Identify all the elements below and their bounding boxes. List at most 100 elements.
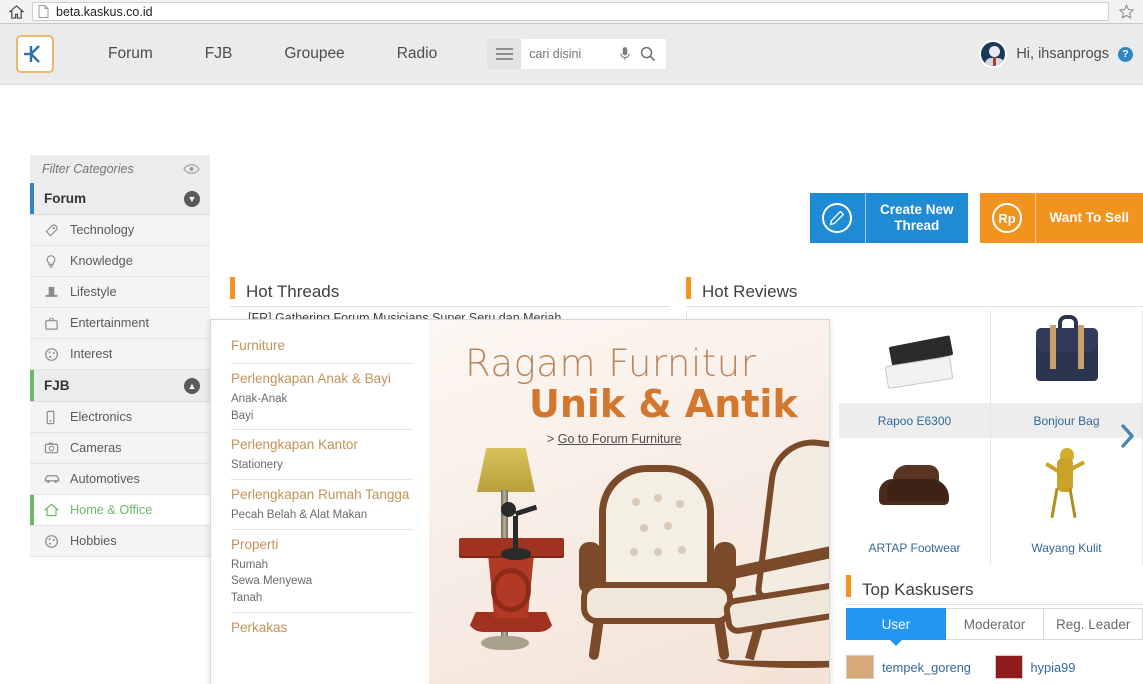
sidebar-item-electronics[interactable]: Electronics <box>30 402 210 433</box>
tab-moderator[interactable]: Moderator <box>945 608 1045 640</box>
sidebar-group-forum[interactable]: Forum ▼ <box>30 183 210 215</box>
hamburger-icon[interactable] <box>487 39 522 69</box>
avatar[interactable] <box>979 40 1008 68</box>
divider <box>231 479 413 481</box>
home-icon[interactable] <box>6 3 26 21</box>
review-card[interactable]: ARTAP Footwear <box>839 438 990 565</box>
shoe-icon <box>839 438 990 530</box>
nav-radio[interactable]: Radio <box>371 45 464 63</box>
armchair-back-illustration <box>599 465 714 595</box>
mega-subcategory[interactable]: Rumah <box>231 557 413 574</box>
telephone-stem-illustration <box>513 516 518 552</box>
hot-reviews-title: Hot Reviews <box>702 282 798 301</box>
banner-link[interactable]: > Go to Forum Furniture <box>547 432 681 446</box>
tab-user[interactable]: User <box>846 608 946 640</box>
mega-subcategory[interactable]: Pecah Belah & Alat Makan <box>231 507 413 524</box>
mega-subcategory[interactable]: Stationery <box>231 457 413 474</box>
category-mega-dropdown: Furniture Perlengkapan Anak & Bayi Anak-… <box>210 319 830 684</box>
url-text: beta.kaskus.co.id <box>56 4 153 19</box>
create-new-thread-button[interactable]: Create New Thread <box>809 193 968 243</box>
tab-reg-leader[interactable]: Reg. Leader <box>1044 608 1143 640</box>
chevron-up-icon[interactable]: ▲ <box>184 377 200 394</box>
mega-subcategory[interactable]: Tanah <box>231 590 413 607</box>
banner-link-prefix: > <box>547 432 558 446</box>
filter-categories-input[interactable] <box>40 161 170 177</box>
search-input[interactable] <box>527 46 614 62</box>
mega-category-kantor[interactable]: Perlengkapan Kantor <box>231 433 413 457</box>
sidebar-item-interest[interactable]: Interest <box>30 339 210 370</box>
category-sidebar: Forum ▼ Technology Knowledge Lifestyle <box>30 155 210 557</box>
mega-category-perkakas[interactable]: Perkakas <box>231 616 413 640</box>
kaskus-logo[interactable] <box>16 35 54 73</box>
sidebar-item-cameras[interactable]: Cameras <box>30 433 210 464</box>
sidebar-item-automotives[interactable]: Automotives <box>30 464 210 495</box>
review-card[interactable]: Rapoo E6300 <box>839 311 990 438</box>
review-card[interactable]: Wayang Kulit <box>991 438 1142 565</box>
hot-reviews-header: Hot Reviews <box>686 277 1143 307</box>
hot-reviews-column: Rapoo E6300 ARTAP Footwear <box>839 311 991 565</box>
browser-toolbar: beta.kaskus.co.id <box>0 0 1143 24</box>
banner-link-text[interactable]: Go to Forum Furniture <box>558 432 682 446</box>
chevron-right-icon[interactable] <box>1119 423 1137 453</box>
top-kaskusers-list: tempek_goreng hypia99 jenglot234 WWEDol … <box>846 655 1143 684</box>
filter-categories-box[interactable] <box>30 155 210 183</box>
palette-icon <box>44 534 70 549</box>
magnifier-icon[interactable] <box>637 46 661 62</box>
user-greeting: Hi, ihsanprogs <box>1016 46 1109 62</box>
rocket-icon <box>44 223 70 238</box>
mega-subcategory[interactable]: Anak-Anak <box>231 391 413 408</box>
mega-category-furniture[interactable]: Furniture <box>231 334 413 358</box>
sidebar-group-fjb[interactable]: FJB ▲ <box>30 370 210 402</box>
mega-category-anak-bayi[interactable]: Perlengkapan Anak & Bayi <box>231 367 413 391</box>
kaskuser-name[interactable]: hypia99 <box>1031 660 1076 675</box>
mega-category-list: Furniture Perlengkapan Anak & Bayi Anak-… <box>211 320 429 684</box>
eye-icon[interactable] <box>183 163 200 175</box>
mega-category-properti[interactable]: Properti <box>231 533 413 557</box>
sidebar-item-home-office[interactable]: Home & Office <box>30 495 210 526</box>
sidebar-item-label: Automotives <box>70 472 140 486</box>
chevron-down-icon[interactable]: ▼ <box>184 190 200 207</box>
sidebar-group-forum-label: Forum <box>44 191 86 206</box>
armchair-seat-illustration <box>581 582 733 624</box>
divider <box>231 611 413 613</box>
user-area[interactable]: Hi, ihsanprogs ? <box>979 40 1133 68</box>
microphone-icon[interactable] <box>613 46 637 62</box>
mega-promo-banner[interactable]: Ragam Furnitur Unik & Antik > Go to Foru… <box>429 320 829 684</box>
nav-groupee[interactable]: Groupee <box>258 45 370 63</box>
top-kaskusers-header: Top Kaskusers <box>846 575 1143 605</box>
sidebar-item-knowledge[interactable]: Knowledge <box>30 246 210 277</box>
url-bar[interactable]: beta.kaskus.co.id <box>32 2 1109 21</box>
sidebar-item-technology[interactable]: Technology <box>30 215 210 246</box>
hot-threads-title: Hot Threads <box>246 282 340 301</box>
nav-fjb[interactable]: FJB <box>179 45 259 63</box>
mega-subcategory[interactable]: Sewa Menyewa <box>231 573 413 590</box>
review-card[interactable]: Bonjour Bag <box>991 311 1142 438</box>
list-item[interactable]: tempek_goreng <box>846 655 995 679</box>
sidebar-item-lifestyle[interactable]: Lifestyle <box>30 277 210 308</box>
want-to-sell-button[interactable]: Rp Want To Sell <box>979 193 1143 243</box>
camera-icon <box>44 441 70 455</box>
page-icon <box>38 5 49 18</box>
sidebar-item-label: Electronics <box>70 410 133 424</box>
review-label: Wayang Kulit <box>991 530 1142 565</box>
home-icon <box>44 503 70 517</box>
sidebar-group-fjb-label: FJB <box>44 378 70 393</box>
armchair-leg-illustration <box>588 619 604 661</box>
sidebar-item-hobbies[interactable]: Hobbies <box>30 526 210 557</box>
telephone-earpiece-illustration <box>501 502 516 517</box>
rupiah-glyph: Rp <box>992 203 1022 233</box>
section-accent-bar <box>686 277 691 299</box>
help-icon[interactable]: ? <box>1118 46 1133 62</box>
cta-button-row: Create New Thread Rp Want To Sell <box>809 193 1143 243</box>
kaskuser-name[interactable]: tempek_goreng <box>882 660 971 675</box>
bookmark-star-icon[interactable] <box>1115 3 1137 20</box>
sidebar-item-entertainment[interactable]: Entertainment <box>30 308 210 339</box>
bag-icon <box>991 311 1142 403</box>
list-item[interactable]: hypia99 <box>994 655 1143 679</box>
mega-category-rumah-tangga[interactable]: Perlengkapan Rumah Tangga <box>231 483 413 507</box>
divider <box>231 528 413 530</box>
sidebar-item-label: Hobbies <box>70 534 117 548</box>
nav-forum[interactable]: Forum <box>82 45 179 63</box>
sidebar-item-label: Home & Office <box>70 503 153 517</box>
mega-subcategory[interactable]: Bayi <box>231 408 413 425</box>
